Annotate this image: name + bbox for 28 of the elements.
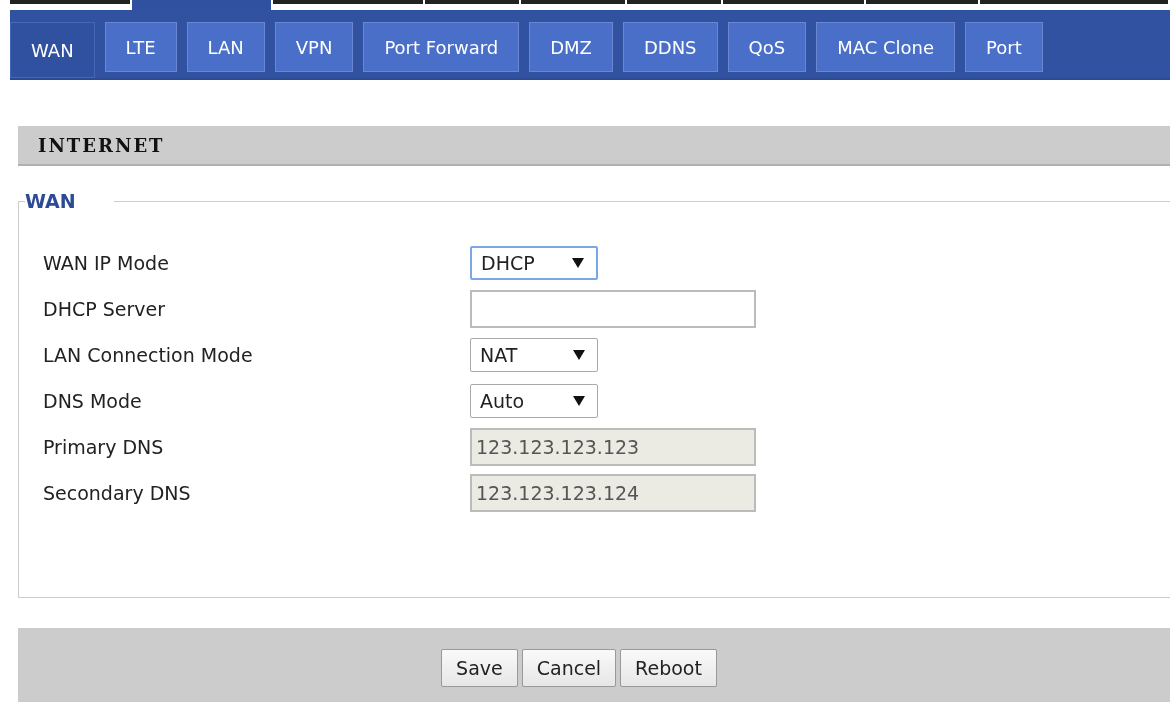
field-label: Primary DNS (43, 436, 165, 458)
action-button[interactable]: Cancel (521, 649, 617, 687)
field-label: Secondary DNS (43, 482, 192, 504)
tab[interactable]: VPN (274, 22, 354, 72)
dropdown[interactable]: NAT (470, 338, 598, 372)
caret-icon (573, 396, 585, 406)
tab[interactable]: DDNS (622, 22, 718, 72)
fieldset-legend: WAN (25, 190, 114, 212)
caret-icon (573, 350, 585, 360)
tab[interactable]: DMZ (529, 22, 613, 72)
action-button[interactable]: Save (441, 649, 518, 687)
tab[interactable]: QoS (727, 22, 807, 72)
tab[interactable]: Port (965, 22, 1043, 72)
tab[interactable]: MAC Clone (816, 22, 956, 72)
tab[interactable]: WAN (10, 22, 95, 78)
tab[interactable]: LAN (186, 22, 265, 72)
field-label: WAN IP Mode (43, 252, 170, 274)
dropdown[interactable]: Auto (470, 384, 598, 418)
field-label: LAN Connection Mode (43, 344, 254, 366)
field-label: DHCP Server (43, 298, 166, 320)
tab[interactable]: Port Forward (363, 22, 520, 72)
dropdown[interactable]: DHCP (470, 246, 598, 280)
section-title: INTERNET (38, 134, 165, 156)
input-field[interactable] (470, 290, 756, 328)
field-label: DNS Mode (43, 390, 143, 412)
action-button[interactable]: Reboot (620, 649, 717, 687)
caret-icon (572, 258, 584, 268)
tab[interactable]: LTE (104, 22, 177, 72)
